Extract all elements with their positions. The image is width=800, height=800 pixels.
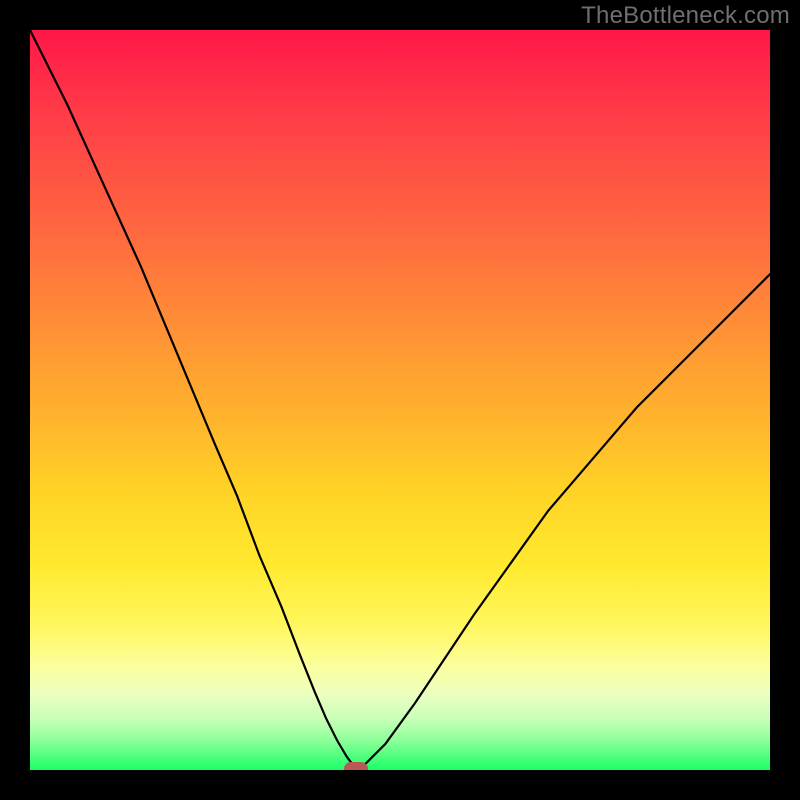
bottleneck-curve (30, 30, 770, 770)
watermark-text: TheBottleneck.com (581, 2, 790, 30)
chart-frame: TheBottleneck.com (0, 0, 800, 800)
minimum-marker (344, 762, 368, 770)
plot-area (30, 30, 770, 770)
